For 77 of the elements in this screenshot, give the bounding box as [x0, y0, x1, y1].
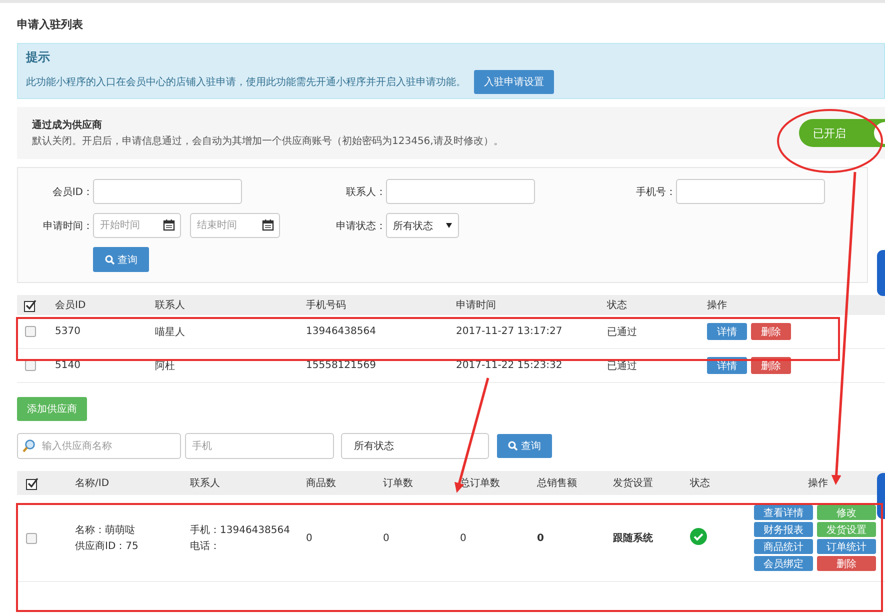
action-button[interactable]: 详情: [707, 323, 747, 340]
contact-field[interactable]: [386, 179, 535, 204]
supplier-id: 供应商ID：75: [75, 540, 140, 553]
column-header: 发货设置: [613, 476, 654, 490]
field-label: 申请时间：: [42, 220, 93, 232]
magnifier-icon: [22, 439, 36, 453]
table-cell-text: 阿杜: [155, 360, 176, 372]
page-title: 申请入驻列表: [17, 17, 84, 31]
action-button[interactable]: 发货设置: [817, 522, 876, 537]
end-date-field[interactable]: 结束时间: [190, 213, 280, 238]
table-cell-text: 15558121569: [306, 360, 377, 371]
action-button[interactable]: 财务报表: [754, 522, 813, 537]
setting-description: 默认关闭。开启后，申请信息通过，会自动为其增加一个供应商账号（初始密码为123456,请及时修改）。: [32, 134, 504, 148]
mobile-number: 手机：13946438564: [190, 524, 291, 537]
field-label: 手机号：: [635, 186, 676, 198]
setting-title: 通过成为供应商: [32, 118, 103, 132]
notice-title: 提示: [26, 49, 51, 66]
table-cell-text: 已通过: [607, 360, 638, 372]
column-header: 申请时间: [456, 298, 497, 312]
toggle-switch[interactable]: 已开启: [799, 119, 885, 147]
add-supplier-button[interactable]: 添加供应商: [17, 397, 87, 421]
table-cell-text: 0: [383, 532, 390, 544]
column-header: 商品数: [306, 476, 337, 490]
calendar-icon: [262, 219, 274, 231]
action-button[interactable]: 会员绑定: [754, 556, 813, 571]
supplier-name-field[interactable]: 输入供应商名称: [17, 433, 181, 459]
phone-field[interactable]: [676, 179, 825, 204]
supplier-name: 名称：萌萌哒: [75, 524, 136, 537]
column-header: 操作: [707, 299, 728, 312]
notice-text: 此功能小程序的入口在会员中心的店铺入驻申请，使用此功能需先开通小程序并开启入驻申请功能。: [26, 76, 466, 89]
phone-field[interactable]: 手机: [185, 433, 334, 459]
field-label: 会员ID：: [51, 186, 93, 198]
column-header: 联系人: [190, 476, 221, 490]
settings-button[interactable]: 入驻申请设置: [474, 70, 554, 94]
field-label: 申请状态：: [335, 220, 386, 232]
field-label: 联系人：: [345, 186, 386, 198]
action-button[interactable]: 删除: [817, 556, 876, 571]
start-date-field[interactable]: 开始时间: [93, 213, 181, 238]
search-button[interactable]: 查询: [497, 434, 552, 458]
column-header: 会员ID: [55, 299, 87, 312]
table-cell-text: 2017-11-27 13:17:27: [456, 326, 564, 337]
search-button[interactable]: 查询: [93, 247, 149, 272]
column-header: 状态: [607, 298, 628, 312]
search-icon: [508, 441, 518, 451]
column-header: 状态: [690, 476, 711, 490]
status-select[interactable]: 所有状态: [341, 433, 489, 459]
column-header: 总销售额: [537, 476, 578, 490]
status-select[interactable]: 所有状态: [386, 213, 459, 238]
calendar-icon: [163, 219, 175, 231]
column-header: 手机号码: [306, 298, 347, 312]
column-header: 名称/ID: [75, 477, 110, 490]
action-button[interactable]: 修改: [817, 505, 876, 520]
action-button[interactable]: 商品统计: [754, 539, 813, 554]
column-header: 操作: [807, 477, 829, 490]
table-cell-text: 13946438564: [306, 326, 377, 337]
search-icon: [104, 254, 114, 264]
column-header: 订单数: [383, 476, 414, 490]
action-button[interactable]: 删除: [751, 323, 791, 340]
table-cell-text: 0: [306, 532, 314, 544]
action-button[interactable]: 查看详情: [754, 505, 813, 520]
row-checkbox[interactable]: [25, 326, 36, 337]
table-cell-text: 0: [460, 532, 468, 544]
table-cell-text: 喵星人: [155, 326, 186, 338]
telephone-number: 电话：: [190, 540, 221, 553]
action-button[interactable]: 订单统计: [817, 539, 876, 554]
row-checkbox[interactable]: [26, 532, 37, 544]
row-checkbox[interactable]: [25, 360, 36, 371]
checkbox-icon: [24, 298, 37, 312]
table-cell-text: 0: [537, 532, 545, 544]
table-cell-text: 2017-11-22 15:23:32: [456, 360, 564, 371]
column-header: 联系人: [155, 298, 186, 312]
table-cell-text: 5370: [55, 326, 82, 337]
table-cell-text: 5140: [55, 360, 82, 371]
member-id-field[interactable]: [93, 179, 242, 204]
checkbox-icon: [26, 476, 39, 490]
table-cell-text: 已通过: [607, 326, 638, 338]
table-cell-text: 跟随系统: [613, 532, 654, 545]
